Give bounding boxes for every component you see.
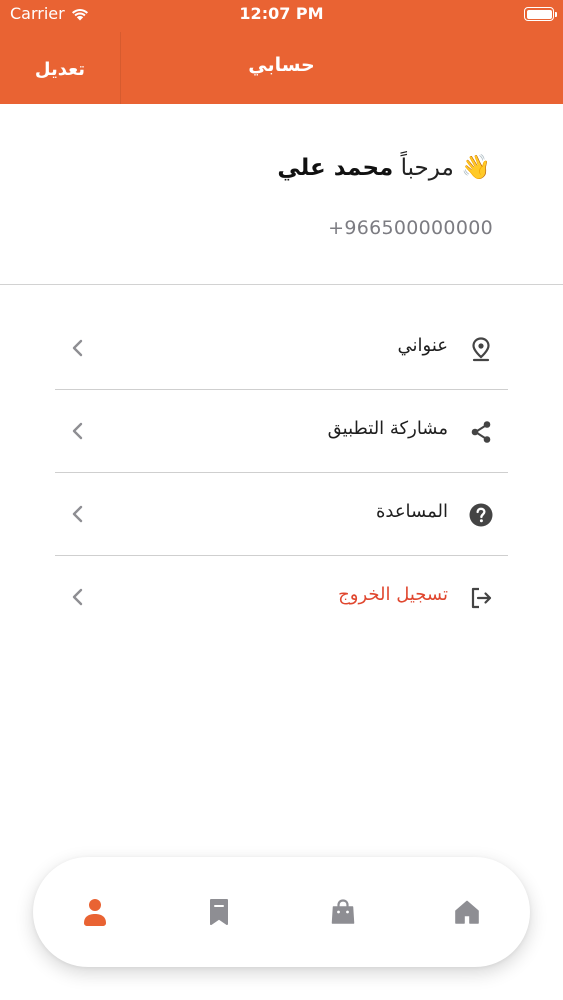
bookmark-icon (210, 899, 228, 925)
chevron-left-icon (72, 339, 83, 357)
menu-item-label: مشاركة التطبيق (327, 418, 448, 439)
menu-item-share-app[interactable]: مشاركة التطبيق (55, 390, 508, 473)
user-name: محمد علي (277, 155, 394, 181)
greeting-text: مرحباً (400, 155, 454, 181)
menu-item-address[interactable]: عنواني (55, 307, 508, 390)
tab-home[interactable] (449, 894, 485, 930)
chevron-left-icon (72, 588, 83, 606)
tab-bookmarks[interactable] (201, 894, 237, 930)
menu-item-help[interactable]: المساعدة (55, 473, 508, 556)
tab-profile[interactable] (77, 894, 113, 930)
chevron-left-icon (72, 505, 83, 523)
status-bar: Carrier 12:07 PM (0, 0, 563, 30)
shopping-bag-icon (331, 899, 355, 924)
user-phone: +966500000000 (328, 217, 493, 239)
home-icon (455, 900, 479, 924)
divider (0, 284, 563, 285)
waving-hand-icon: 👋 (461, 153, 491, 181)
menu-item-logout[interactable]: تسجيل الخروج (55, 556, 508, 639)
status-time: 12:07 PM (239, 4, 324, 23)
app-header: Carrier 12:07 PM تعديل حسابي (0, 0, 563, 104)
greeting: 👋 مرحباً محمد علي (277, 153, 491, 181)
logout-icon (471, 587, 492, 609)
bottom-tab-bar (33, 857, 530, 967)
account-menu: عنواني مشاركة التطبيق المساعدة تسجيل الخ… (55, 307, 508, 639)
location-pin-icon (472, 337, 490, 362)
chevron-left-icon (72, 422, 83, 440)
battery-icon (524, 7, 557, 21)
share-icon (471, 421, 491, 443)
menu-item-label: عنواني (397, 335, 448, 356)
help-icon (469, 503, 493, 527)
menu-item-label: تسجيل الخروج (338, 584, 448, 605)
page-title: حسابي (248, 54, 315, 76)
user-icon (84, 899, 106, 926)
tab-orders[interactable] (325, 894, 361, 930)
menu-item-label: المساعدة (375, 501, 448, 522)
